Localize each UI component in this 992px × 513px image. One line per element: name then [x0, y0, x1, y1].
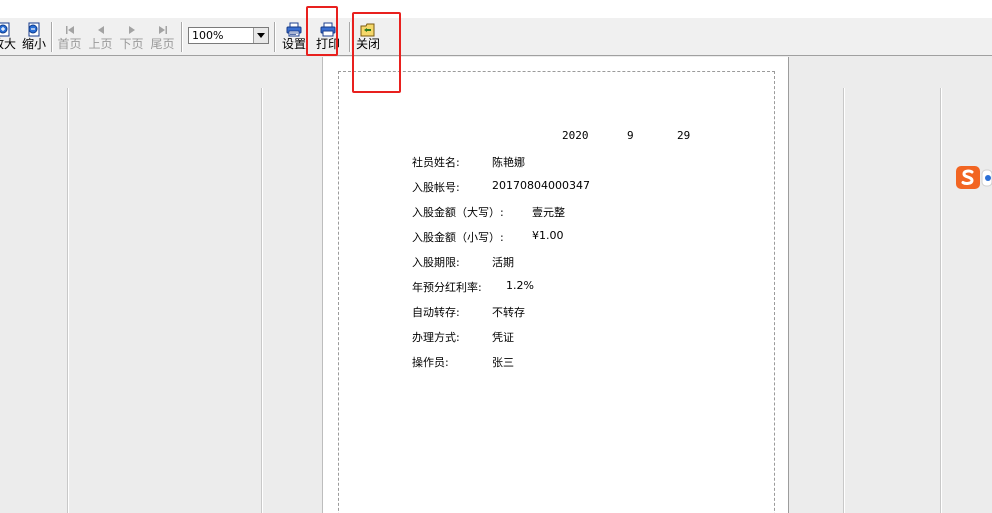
- date-day: 29: [677, 129, 691, 142]
- zoom-out-icon: [26, 21, 42, 38]
- first-page-button[interactable]: 首页: [56, 21, 83, 53]
- page-setup-label: 设置: [281, 37, 306, 51]
- zoom-out-label: 缩小: [21, 37, 46, 51]
- last-page-button[interactable]: 尾页: [149, 21, 176, 53]
- field-value: 不转存: [492, 306, 525, 319]
- zoom-select-value: 100%: [192, 29, 224, 42]
- toolbar-separator: [181, 22, 183, 52]
- first-page-icon: [64, 21, 76, 38]
- field-value: 壹元整: [532, 206, 565, 219]
- page-setup-button[interactable]: 设置: [281, 21, 307, 53]
- field-label: 入股帐号:: [412, 181, 460, 194]
- next-page-button[interactable]: 下页: [118, 21, 145, 53]
- print-preview-page: 2020 9 29 社员姓名: 陈艳娜 入股帐号: 20170804000347…: [322, 57, 788, 513]
- prev-page-label: 上页: [88, 37, 113, 51]
- page-shadow-line: [67, 88, 69, 513]
- page-shadow-line: [843, 88, 845, 513]
- close-folder-icon: [360, 21, 376, 38]
- zoom-in-button[interactable]: 放大: [0, 21, 16, 53]
- sogou-ime-icon: [956, 166, 992, 189]
- printer-setup-icon: [286, 21, 302, 38]
- last-page-icon: [157, 21, 169, 38]
- preview-toolbar: 放大 缩小 首页 上页 下页 尾页 100%: [0, 18, 992, 56]
- field-label: 入股金额（大写）:: [412, 206, 504, 219]
- window-top-strip: [0, 0, 992, 18]
- field-label: 年预分红利率:: [412, 281, 482, 294]
- pane-divider: [788, 57, 789, 513]
- zoom-in-icon: [0, 21, 12, 38]
- toolbar-separator: [51, 22, 53, 52]
- print-button[interactable]: 打印: [315, 21, 341, 53]
- field-label: 自动转存:: [412, 306, 460, 319]
- field-label: 入股期限:: [412, 256, 460, 269]
- prev-page-button[interactable]: 上页: [87, 21, 114, 53]
- field-value: 陈艳娜: [492, 156, 525, 169]
- first-page-label: 首页: [57, 37, 82, 51]
- page-margin-border: [338, 71, 775, 513]
- printer-icon: [320, 21, 336, 38]
- field-value: 凭证: [492, 331, 514, 344]
- toolbar-separator: [349, 22, 351, 52]
- date-month: 9: [627, 129, 634, 142]
- field-label: 操作员:: [412, 356, 449, 369]
- ime-indicator[interactable]: [955, 164, 992, 192]
- page-shadow-line: [261, 88, 263, 513]
- print-label: 打印: [315, 37, 340, 51]
- next-page-label: 下页: [119, 37, 144, 51]
- field-label: 办理方式:: [412, 331, 460, 344]
- field-value: 20170804000347: [492, 179, 590, 192]
- close-label: 关闭: [355, 37, 380, 51]
- field-value: 1.2%: [506, 279, 534, 292]
- page-shadow-line: [940, 88, 942, 513]
- next-page-icon: [126, 21, 138, 38]
- chevron-down-icon[interactable]: [253, 28, 268, 43]
- date-year: 2020: [562, 129, 589, 142]
- zoom-in-label: 放大: [0, 37, 17, 51]
- close-button[interactable]: 关闭: [355, 21, 381, 53]
- field-value: ¥1.00: [532, 229, 564, 242]
- zoom-select[interactable]: 100%: [188, 27, 269, 44]
- field-value: 张三: [492, 356, 514, 369]
- prev-page-icon: [95, 21, 107, 38]
- preview-workspace[interactable]: 2020 9 29 社员姓名: 陈艳娜 入股帐号: 20170804000347…: [0, 57, 992, 513]
- field-label: 入股金额（小写）:: [412, 231, 504, 244]
- zoom-out-button[interactable]: 缩小: [21, 21, 47, 53]
- last-page-label: 尾页: [150, 37, 175, 51]
- toolbar-separator: [274, 22, 276, 52]
- field-label: 社员姓名:: [412, 156, 460, 169]
- field-value: 活期: [492, 256, 514, 269]
